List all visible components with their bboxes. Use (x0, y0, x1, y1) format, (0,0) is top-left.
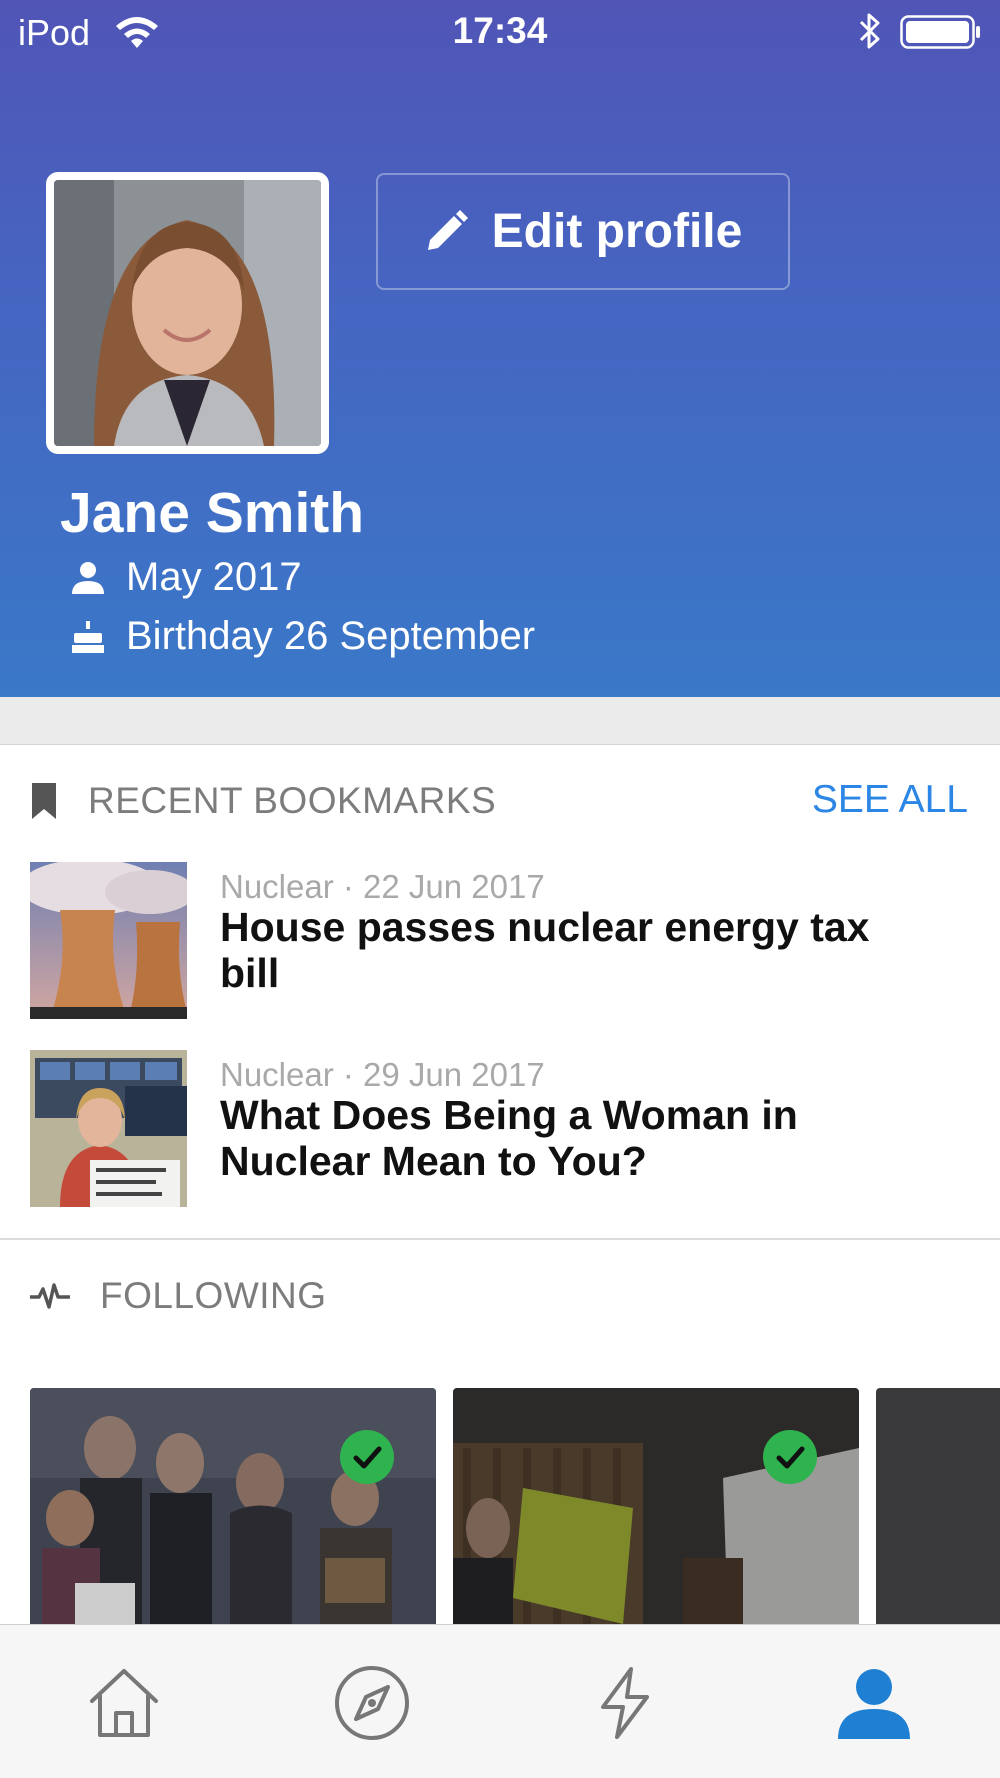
avatar-photo (54, 180, 321, 446)
article-title: What Does Being a Woman in Nuclear Mean … (220, 1092, 798, 1184)
following-card[interactable] (453, 1388, 859, 1624)
compass-icon (335, 1666, 409, 1740)
home-icon (90, 1669, 158, 1737)
person-icon (838, 1669, 910, 1739)
edit-profile-label: Edit profile (491, 205, 743, 258)
article-kicker: Nuclear · 22 Jun 2017 (220, 868, 545, 905)
avatar[interactable] (46, 172, 329, 454)
tab-home[interactable] (86, 1665, 162, 1741)
article-title: House passes nuclear energy tax bill (220, 904, 870, 996)
battery-icon (900, 15, 980, 49)
bookmark-item[interactable]: Nuclear · 29 Jun 2017 What Does Being a … (30, 1050, 970, 1208)
section-gap (0, 697, 1000, 745)
woman-control-room-image (30, 1050, 187, 1207)
following-heading: FOLLOWING (30, 1275, 327, 1317)
bookmark-item[interactable]: Nuclear · 22 Jun 2017 House passes nucle… (30, 862, 970, 1020)
bookmark-icon (32, 783, 56, 819)
profile-name: Jane Smith (60, 481, 365, 545)
article-thumbnail (30, 862, 187, 1019)
person-icon (72, 561, 104, 594)
see-all-link[interactable]: SEE ALL (812, 778, 968, 822)
tab-activity[interactable] (587, 1665, 663, 1741)
lightning-icon (601, 1667, 649, 1739)
article-thumbnail (30, 1050, 187, 1207)
bookmarks-heading-label: RECENT BOOKMARKS (88, 780, 497, 821)
pencil-icon (427, 209, 468, 250)
cake-icon (72, 620, 104, 653)
birthday-row: Birthday 26 September (70, 614, 535, 659)
tab-profile[interactable] (836, 1665, 912, 1741)
following-heading-label: FOLLOWING (100, 1275, 327, 1316)
status-bar: iPod 17:34 (0, 0, 1000, 62)
birthday-text: Birthday 26 September (126, 614, 536, 658)
tab-explore[interactable] (334, 1665, 410, 1741)
group-photo-image (30, 1388, 436, 1624)
bluetooth-icon (859, 13, 880, 49)
clock-time: 17:34 (452, 10, 548, 51)
following-carousel[interactable] (30, 1388, 1000, 1624)
following-card[interactable] (30, 1388, 436, 1624)
tab-bar (0, 1624, 1000, 1778)
joined-date: May 2017 (126, 555, 302, 599)
cooling-towers-image (30, 862, 187, 1019)
section-divider (0, 1238, 1000, 1240)
joined-row: May 2017 (70, 555, 302, 600)
following-check-icon (763, 1430, 817, 1484)
pulse-icon (30, 1283, 70, 1309)
article-kicker: Nuclear · 29 Jun 2017 (220, 1056, 545, 1093)
following-check-icon (340, 1430, 394, 1484)
profile-header: iPod 17:34 Edit profile Jane Smith May 2… (0, 0, 1000, 697)
bookmarks-heading: RECENT BOOKMARKS (30, 780, 496, 822)
edit-profile-button[interactable]: Edit profile (376, 173, 790, 290)
following-card[interactable] (876, 1388, 1000, 1624)
card-photo-image (876, 1388, 1000, 1624)
presentation-photo-image (453, 1388, 859, 1624)
